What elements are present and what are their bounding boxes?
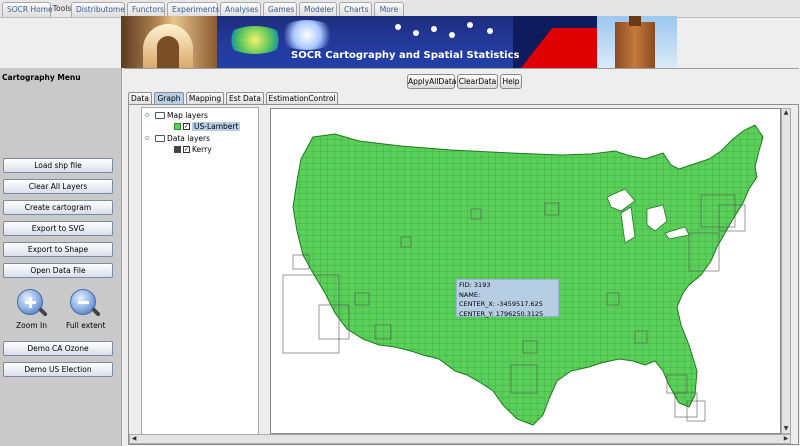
- tab-data[interactable]: Data: [128, 92, 152, 104]
- expand-toggle-icon[interactable]: o: [145, 111, 149, 119]
- dark-swatch-icon: [174, 146, 181, 153]
- dot-graphic: [413, 30, 419, 36]
- dot-graphic: [467, 22, 473, 28]
- tab-est-data[interactable]: Est Data: [226, 92, 264, 104]
- zoom-in-icon[interactable]: [17, 289, 48, 317]
- tab-modeler[interactable]: Modeler: [299, 2, 337, 17]
- expand-toggle-icon[interactable]: o: [145, 134, 149, 142]
- socr-app-window: SOCR Home Tools Distributome Functors Ex…: [0, 0, 800, 446]
- full-extent-label: Full extent: [66, 321, 106, 330]
- tab-experiments[interactable]: Experiments: [167, 2, 219, 17]
- red-graphic: [513, 16, 599, 68]
- cartography-menu-panel: Cartography Menu Load shp file Clear All…: [0, 68, 121, 446]
- tab-socr-home[interactable]: SOCR Home: [2, 2, 53, 17]
- clear-all-layers-button[interactable]: Clear All Layers: [3, 179, 113, 194]
- kerry-layer-row[interactable]: ✓ Kerry: [174, 145, 212, 154]
- divider: [124, 68, 799, 69]
- scroll-right-icon[interactable]: ▶: [782, 435, 790, 443]
- us-lambert-layer-row[interactable]: ✓ US-Lambert: [174, 122, 241, 131]
- tooltip-name: NAME:: [459, 290, 481, 299]
- scroll-down-icon[interactable]: ▼: [782, 425, 790, 433]
- open-data-file-button[interactable]: Open Data File: [3, 263, 113, 278]
- feature-tooltip: FID: 3193 NAME: CENTER_X: -3459517.625 C…: [456, 279, 559, 318]
- export-to-svg-button[interactable]: Export to SVG: [3, 221, 113, 236]
- dot-graphic: [431, 26, 437, 32]
- us-lambert-label: US-Lambert: [192, 122, 241, 131]
- folder-icon: [155, 112, 165, 119]
- us-map-outline: [292, 124, 764, 426]
- map-layers-node[interactable]: Map layers: [155, 111, 208, 120]
- create-cartogram-button[interactable]: Create cartogram: [3, 200, 113, 215]
- scroll-left-icon[interactable]: ◀: [130, 435, 138, 443]
- tab-more[interactable]: More: [374, 2, 404, 17]
- map-canvas[interactable]: FID: 3193 NAME: CENTER_X: -3459517.625 C…: [270, 108, 781, 434]
- tab-games[interactable]: Games: [263, 2, 297, 17]
- clear-data-button[interactable]: ClearData: [457, 74, 498, 89]
- graph-tab-content: o Map layers ✓ US-Lambert o Data layers: [128, 104, 799, 445]
- demo-ca-ozone-button[interactable]: Demo CA Ozone: [3, 341, 113, 356]
- tab-charts[interactable]: Charts: [339, 2, 372, 17]
- apply-all-data-button[interactable]: ApplyAllData: [407, 74, 456, 89]
- kerry-checkbox[interactable]: ✓: [183, 146, 190, 153]
- folder-icon: [155, 135, 165, 142]
- colorful-map-graphic: [225, 26, 285, 54]
- tab-analyses[interactable]: Analyses: [220, 2, 261, 17]
- tooltip-fid: FID: 3193: [459, 281, 491, 289]
- tab-functors[interactable]: Functors: [127, 2, 165, 17]
- green-swatch-icon: [174, 123, 181, 130]
- zoom-out-icon[interactable]: [70, 289, 101, 317]
- tab-estimation-control[interactable]: EstimationControl: [266, 92, 338, 104]
- banner-title: SOCR Cartography and Spatial Statistics: [291, 50, 520, 61]
- us-county-map: [282, 124, 764, 426]
- vertical-scrollbar[interactable]: ▲ ▼: [781, 108, 791, 434]
- kerry-label: Kerry: [192, 145, 212, 154]
- demo-us-election-button[interactable]: Demo US Election: [3, 362, 113, 377]
- help-button[interactable]: Help: [500, 74, 522, 89]
- tooltip-center-y: CENTER_Y: 1796250.3125: [459, 309, 544, 318]
- tab-tools[interactable]: Tools: [52, 2, 72, 17]
- dot-graphic: [449, 32, 455, 38]
- cartography-menu-title: Cartography Menu: [2, 73, 81, 82]
- dot-graphic: [487, 28, 493, 34]
- tab-graph[interactable]: Graph: [154, 92, 184, 104]
- tab-mapping[interactable]: Mapping: [186, 92, 224, 104]
- zoom-in-label: Zoom In: [16, 321, 47, 330]
- tower-image: [597, 16, 677, 68]
- dot-graphic: [395, 24, 401, 30]
- export-to-shape-button[interactable]: Export to Shape: [3, 242, 113, 257]
- royce-hall-arch-image: [121, 16, 217, 68]
- scroll-up-icon[interactable]: ▲: [782, 109, 790, 117]
- data-layers-node[interactable]: Data layers: [155, 134, 210, 143]
- layer-tree[interactable]: o Map layers ✓ US-Lambert o Data layers: [141, 107, 259, 443]
- us-lambert-checkbox[interactable]: ✓: [183, 123, 190, 130]
- main-panel: ApplyAllData ClearData Help Data Graph M…: [121, 68, 800, 446]
- data-layers-label: Data layers: [167, 134, 211, 143]
- tab-distributome[interactable]: Distributome: [71, 2, 125, 17]
- load-shp-file-button[interactable]: Load shp file: [3, 158, 113, 173]
- map-layers-label: Map layers: [167, 111, 208, 120]
- horizontal-scrollbar[interactable]: ◀ ▶: [129, 434, 791, 444]
- banner-image: SOCR Cartography and Spatial Statistics: [121, 16, 677, 68]
- glow-graphic: [277, 20, 337, 50]
- tooltip-center-x: CENTER_X: -3459517.625: [459, 300, 543, 308]
